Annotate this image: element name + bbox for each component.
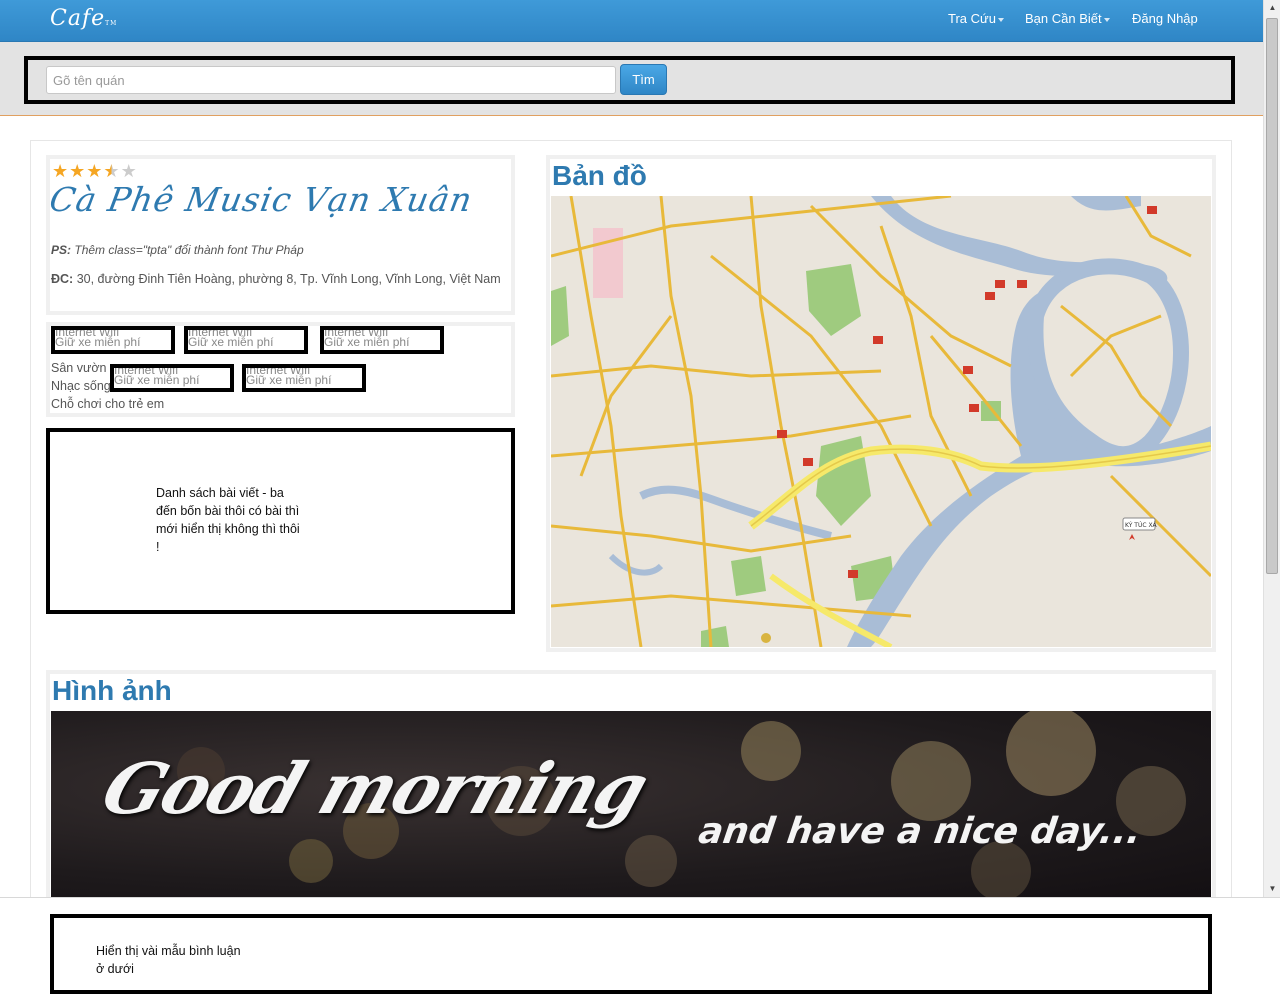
- amenity-cell: Internet Wifi Giữ xe miễn phí: [184, 326, 308, 354]
- amenity-parking: Giữ xe miễn phí: [324, 335, 410, 349]
- nav-login-label: Đăng Nhập: [1132, 11, 1198, 26]
- city-map: KÝ TÚC XÁ: [551, 196, 1211, 647]
- address-text: 30, đường Đinh Tiên Hoàng, phường 8, Tp.…: [76, 272, 501, 286]
- amenity-cell: Internet Wifi Giữ xe miễn phí: [242, 364, 366, 392]
- search-input[interactable]: [46, 66, 616, 94]
- amenity-cell: Internet Wifi Giữ xe miễn phí: [51, 326, 175, 354]
- amenity-garden: Sân vườn: [51, 361, 107, 375]
- brand-logo[interactable]: CafeTM: [50, 6, 117, 31]
- search-button[interactable]: Tìm: [620, 64, 667, 95]
- amenity-parking: Giữ xe miễn phí: [246, 373, 332, 387]
- chevron-down-icon: [1103, 17, 1110, 22]
- amenity-parking: Giữ xe miễn phí: [55, 335, 141, 349]
- posts-list-placeholder: Danh sách bài viết - ba đến bốn bài thôi…: [46, 428, 515, 614]
- half-star-icon: ★: [103, 161, 120, 181]
- nav-login[interactable]: Đăng Nhập: [1132, 11, 1198, 26]
- amenity-parking: Giữ xe miễn phí: [188, 335, 274, 349]
- logo-text: Cafe: [50, 6, 106, 31]
- address-label: ĐC:: [51, 272, 74, 286]
- gallery-photo[interactable]: Good morning and have a nice day...: [51, 711, 1211, 901]
- star-icon: ★: [52, 161, 69, 181]
- nav-tra-cuu[interactable]: Tra Cứu: [948, 11, 1004, 26]
- amenity-cell: Internet Wifi Giữ xe miễn phí: [110, 364, 234, 392]
- ps-note: PS: Thêm class="tpta" đổi thành font Thư…: [51, 243, 304, 257]
- top-navbar: CafeTM Tra Cứu Bạn Cần Biết Đăng Nhập: [0, 0, 1263, 42]
- page: CafeTM Tra Cứu Bạn Cần Biết Đăng Nhập Tì…: [0, 0, 1280, 997]
- vertical-scrollbar[interactable]: ▲ ▼: [1263, 0, 1280, 897]
- logo-mark: TM: [105, 20, 118, 27]
- amenity-kids-area: Chỗ chơi cho trẻ em: [51, 397, 165, 411]
- amenity-cell: Internet Wifi Giữ xe miễn phí: [320, 326, 444, 354]
- nav-ban-can-biet-label: Bạn Cần Biết: [1025, 11, 1102, 26]
- chevron-down-icon: [997, 17, 1004, 22]
- amenity-parking: Giữ xe miễn phí: [114, 373, 200, 387]
- ps-text: Thêm class="tpta" đổi thành font Thư Phá…: [74, 243, 304, 257]
- map-pin-label: KÝ TÚC XÁ: [1125, 522, 1158, 529]
- star-icon: ★: [86, 161, 103, 181]
- amenity-live-music: Nhạc sống: [51, 379, 111, 393]
- photo-caption-sub: and have a nice day...: [696, 811, 1144, 852]
- map-title: Bản đồ: [552, 160, 647, 191]
- empty-star-icon: ★: [120, 161, 137, 181]
- star-icon: ★: [69, 161, 86, 181]
- photo-caption-main: Good morning: [92, 747, 657, 830]
- ps-label: PS:: [51, 243, 72, 257]
- gallery-title: Hình ảnh: [52, 675, 172, 706]
- nav-tra-cuu-label: Tra Cứu: [948, 11, 996, 26]
- scroll-up-icon[interactable]: ▲: [1267, 3, 1278, 13]
- scroll-down-icon[interactable]: ▼: [1267, 884, 1278, 894]
- map-view[interactable]: KÝ TÚC XÁ: [551, 196, 1211, 647]
- cafe-name: Cà Phê Music Vạn Xuân: [46, 180, 476, 219]
- scroll-thumb[interactable]: [1266, 18, 1278, 574]
- nav-ban-can-biet[interactable]: Bạn Cần Biết: [1025, 11, 1110, 26]
- comments-note: Hiển thị vài mẫu bình luận ở dưới: [96, 944, 241, 976]
- comments-placeholder: Hiển thị vài mẫu bình luận ở dưới: [50, 914, 1212, 994]
- cafe-address: ĐC: 30, đường Đinh Tiên Hoàng, phường 8,…: [51, 270, 501, 288]
- star-rating: ★★★★★: [52, 162, 138, 180]
- posts-note: Danh sách bài viết - ba đến bốn bài thôi…: [156, 486, 300, 554]
